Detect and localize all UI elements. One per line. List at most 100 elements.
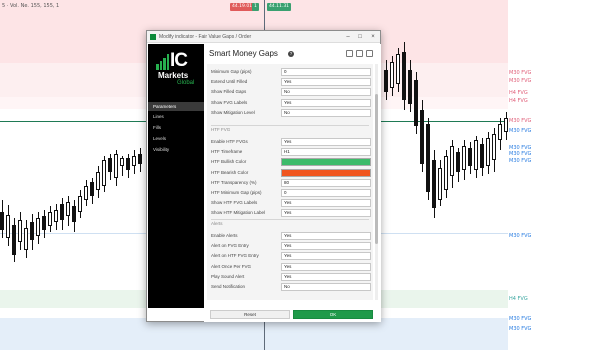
parameter-value[interactable]: Yes	[281, 232, 371, 240]
parameter-value[interactable]: 80	[281, 178, 371, 187]
parameter-value[interactable]: Yes	[281, 209, 371, 218]
bullish-candle	[6, 205, 10, 246]
parameter-label: HTF Bullish Color	[211, 159, 247, 165]
parameter-value[interactable]: Yes	[281, 98, 371, 107]
parameter-value[interactable]: No	[281, 283, 371, 291]
parameter-value[interactable]: Yes	[281, 262, 371, 271]
parameters-list[interactable]: Minimum Gap (pips) 0 Extend Until Filled Ye…	[207, 64, 373, 300]
parameter-label: HTF Transparency (%)	[211, 179, 257, 185]
nav-item-visibility[interactable]: Visibility	[148, 145, 204, 154]
time-chip: 44.11.31	[267, 3, 292, 11]
parameter-value[interactable]: No	[281, 88, 371, 97]
bearish-candle	[72, 200, 76, 232]
parameter-value[interactable]: 0	[281, 68, 371, 76]
parameter-label: Show HTF FVG Labels	[211, 200, 258, 206]
bullish-candle	[36, 212, 40, 244]
bearish-candle	[138, 148, 142, 172]
help-icon[interactable]: ?	[288, 51, 294, 57]
broker-logo: IC Markets Global	[156, 50, 200, 88]
parameter-label: Alert Once Per FVG	[211, 263, 252, 269]
parameter-value[interactable]: Yes	[281, 272, 371, 281]
section-header: Alerts	[211, 221, 223, 226]
color-swatch[interactable]	[281, 168, 371, 177]
zone-label: M30 FVG	[509, 151, 532, 157]
parameter-row: Play Sound Alert Yes	[211, 272, 371, 281]
delete-icon[interactable]	[366, 50, 373, 57]
parameter-label: Show Mitigation Level	[211, 109, 255, 115]
bullish-candle	[66, 196, 70, 226]
zone-label: H4 FVG	[509, 296, 528, 302]
maximize-icon[interactable]: □	[355, 33, 365, 41]
section-divider	[211, 219, 369, 220]
parameter-label: Alert on HTF FVG Entry	[211, 253, 259, 259]
zone-label: M30 FVG	[509, 316, 532, 322]
bullish-candle	[462, 140, 466, 180]
zone-label: M30 FVG	[509, 326, 532, 332]
parameter-value[interactable]: 0	[281, 189, 371, 197]
bullish-candle	[396, 48, 400, 92]
zone-label: M30 FVG	[509, 70, 532, 76]
parameter-label: Extend Until Filled	[211, 79, 248, 85]
parameter-value[interactable]: No	[281, 108, 371, 117]
close-icon[interactable]: ×	[368, 33, 378, 41]
symbol-info: 5 · Vol. Ne. 155, 155, 1	[2, 3, 60, 9]
nav-item-lines[interactable]: Lines	[148, 112, 204, 121]
parameter-label: HTF Bearish Color	[211, 169, 249, 175]
nav-item-parameters[interactable]: Parameters	[148, 102, 204, 111]
dialog-sidebar: IC Markets Global Parameters Lines Fills…	[148, 44, 204, 308]
parameter-row: Alert on FVG Entry Yes	[211, 242, 371, 251]
zone-label: M30 FVG	[509, 158, 532, 164]
bullish-candle	[474, 136, 478, 178]
bullish-candle	[78, 190, 82, 218]
parameter-value[interactable]: Yes	[281, 242, 371, 251]
time-chip: 44.19.01	[230, 3, 255, 11]
color-swatch[interactable]	[281, 158, 371, 167]
bullish-candle	[450, 140, 454, 188]
parameter-row: Send Notification No	[211, 283, 371, 291]
bearish-candle	[414, 72, 418, 134]
parameter-row: HTF Transparency (%) 80	[211, 178, 371, 187]
logo-markets: Markets	[158, 71, 189, 80]
bearish-candle	[12, 218, 16, 262]
copy-icon[interactable]	[356, 50, 363, 57]
ok-button[interactable]: OK	[293, 310, 373, 319]
zone-label: M30 FVG	[509, 233, 532, 239]
dialog-title: Modify indicator - Fair Value Gaps / Ord…	[159, 34, 252, 40]
parameter-label: Show HTF Mitigation Label	[211, 210, 266, 216]
parameter-row: Extend Until Filled Yes	[211, 78, 371, 87]
bullish-candle	[444, 150, 448, 198]
nav-item-levels[interactable]: Levels	[148, 134, 204, 143]
parameter-label: Show Filled Gaps	[211, 89, 247, 95]
zone-label: M30 FVG	[509, 118, 532, 124]
parameter-row: HTF Bearish Color	[211, 168, 371, 177]
scrollbar-thumb[interactable]	[375, 94, 378, 244]
section-header: HTF FVG	[211, 127, 231, 132]
bullish-candle	[114, 150, 118, 186]
bullish-candle	[84, 180, 88, 206]
reset-button[interactable]: Reset	[210, 310, 290, 319]
bearish-candle	[126, 154, 130, 178]
scrollbar[interactable]	[375, 64, 378, 300]
parameter-value[interactable]: Yes	[281, 138, 371, 146]
nav-item-fills[interactable]: Fills	[148, 123, 204, 132]
dialog-footer: Reset OK	[204, 308, 381, 322]
bearish-candle	[432, 150, 436, 218]
parameter-row: Enable HTF FVGs Yes	[211, 138, 371, 146]
parameter-value[interactable]: Yes	[281, 78, 371, 87]
bullish-candle	[48, 206, 52, 232]
bearish-candle	[408, 60, 412, 112]
parameter-value[interactable]: H1	[281, 148, 371, 157]
dialog-titlebar[interactable]: Modify indicator - Fair Value Gaps / Ord…	[147, 31, 380, 43]
save-preset-icon[interactable]	[346, 50, 353, 57]
app-icon	[150, 34, 156, 40]
parameter-row: Minimum Gap (pips) 0	[211, 68, 371, 76]
parameter-value[interactable]: Yes	[281, 199, 371, 208]
bearish-candle	[402, 42, 406, 110]
minimize-icon[interactable]: –	[343, 33, 353, 41]
parameter-row: Alert on HTF FVG Entry Yes	[211, 252, 371, 261]
section-divider	[211, 125, 369, 126]
bullish-candle	[120, 156, 124, 176]
logo-global: Global	[177, 80, 195, 86]
bearish-candle	[456, 148, 460, 182]
parameter-value[interactable]: Yes	[281, 252, 371, 261]
